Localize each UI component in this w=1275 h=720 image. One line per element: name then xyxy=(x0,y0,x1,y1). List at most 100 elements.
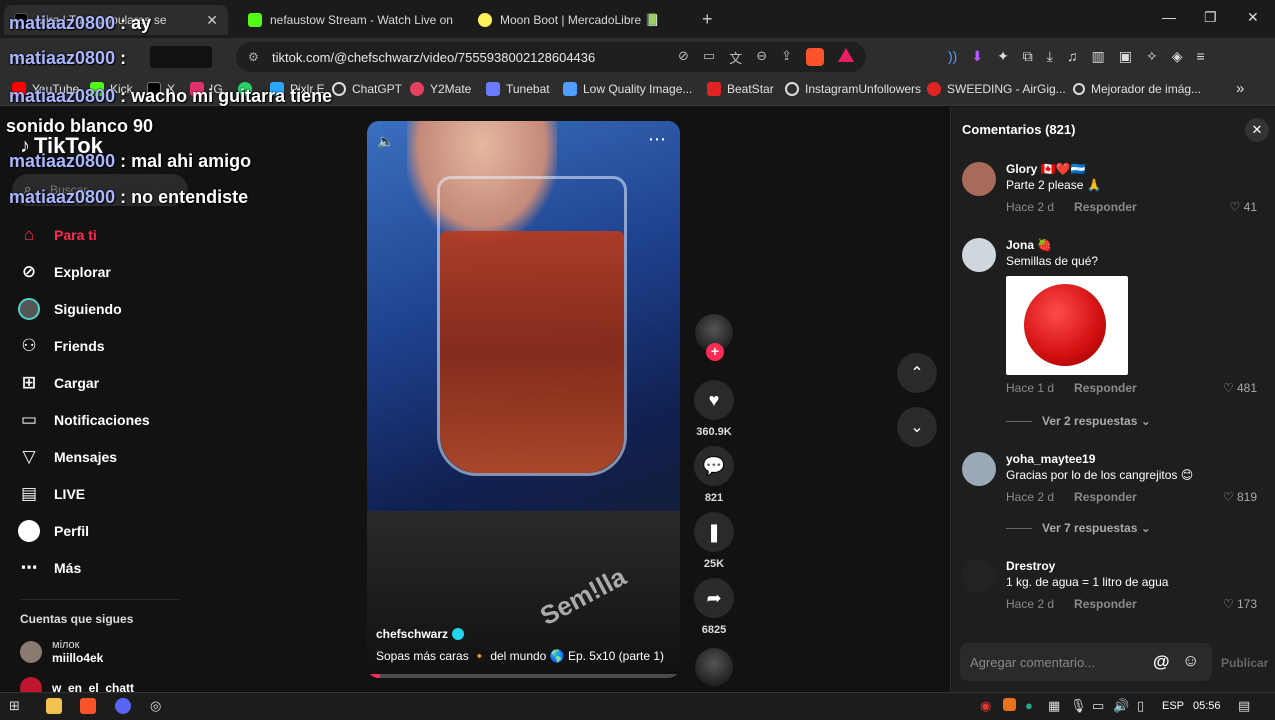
tab-kick[interactable]: nefaustow Stream - Watch Live on Kick xyxy=(238,5,466,35)
cast-icon[interactable]: ▭ xyxy=(703,48,715,67)
sidebar-icon[interactable]: ▥ xyxy=(1092,48,1105,65)
bookmark-chatgpt[interactable]: ChatGPT xyxy=(332,82,402,96)
reply-button[interactable]: Responder xyxy=(1074,597,1137,611)
comment-like-button[interactable]: ♡ 819 xyxy=(1223,490,1257,504)
comment-user[interactable]: Jona 🍓 xyxy=(1006,238,1052,252)
tray-app2-icon[interactable] xyxy=(1003,698,1016,714)
nav-explorar[interactable]: ⊘ Explorar xyxy=(18,261,111,283)
bookmark-sweeding[interactable]: SWEEDING - AirGig... xyxy=(927,82,1066,96)
menu-icon[interactable]: ≡ xyxy=(1196,48,1204,65)
avatar[interactable] xyxy=(962,238,996,272)
wallet-icon[interactable]: ▣ xyxy=(1119,48,1132,65)
bookmark-tunebat[interactable]: Tunebat xyxy=(486,82,550,96)
avatar[interactable] xyxy=(962,162,996,196)
bookmark-low-quality-image[interactable]: Low Quality Image... xyxy=(563,82,692,96)
taskbar-clock[interactable]: 05:56 xyxy=(1193,700,1221,712)
following-account[interactable]: мілок miillo4ek xyxy=(20,639,103,665)
translate-icon[interactable]: 文 xyxy=(729,48,742,67)
bookmarks-overflow-button[interactable]: » xyxy=(1236,80,1244,97)
bookmark-y2mate[interactable]: Y2Mate xyxy=(410,82,471,96)
leo-ai-icon[interactable]: ✧ xyxy=(1146,48,1158,65)
tray-app-icon[interactable]: ◉ xyxy=(980,698,991,714)
notifications-icon[interactable]: ▤ xyxy=(1238,698,1250,714)
extensions-icon[interactable]: ✦ xyxy=(997,48,1009,65)
network-icon[interactable]: ▭ xyxy=(1092,698,1104,714)
tray-app4-icon[interactable]: ▦ xyxy=(1048,698,1060,714)
nav-para-ti[interactable]: ⌂ Para ti xyxy=(18,224,97,246)
emoji-icon[interactable]: ☺ xyxy=(1182,651,1199,671)
no-tracking-icon[interactable]: ⊘ xyxy=(678,48,689,67)
microphone-icon[interactable]: 🎙 xyxy=(1070,698,1087,714)
music-icon[interactable]: ♫ xyxy=(1067,48,1078,65)
video-player[interactable]: Sem!lla 🔈 ⋯ chefschwarz Sopas más caras … xyxy=(367,121,680,678)
like-button[interactable]: ♥ 360.9K xyxy=(692,380,736,438)
comment-like-button[interactable]: ♡ 41 xyxy=(1230,200,1257,214)
creator-avatar-button[interactable]: + xyxy=(692,314,736,361)
tab-close-icon[interactable]: ✕ xyxy=(206,12,218,29)
share-button[interactable]: ➦ 6825 xyxy=(692,578,736,636)
next-video-button[interactable]: ⌄ xyxy=(897,407,937,447)
brave-shields-icon[interactable] xyxy=(806,48,824,66)
avatar[interactable] xyxy=(962,452,996,486)
nav-perfil[interactable]: Perfil xyxy=(18,520,89,542)
app-taskbar-icon[interactable]: ◎ xyxy=(150,698,161,714)
nav-mas[interactable]: ⋯ Más xyxy=(18,557,82,579)
avatar[interactable] xyxy=(962,559,996,593)
brave-rewards-icon[interactable] xyxy=(838,48,854,62)
comment-button[interactable]: 💬 821 xyxy=(692,446,736,504)
publish-button[interactable]: Publicar xyxy=(1221,656,1268,670)
nav-live[interactable]: ▤ LIVE xyxy=(18,483,85,505)
battery-icon[interactable]: ▯ xyxy=(1137,698,1144,714)
comment-input[interactable] xyxy=(960,643,1140,681)
downloads-icon[interactable]: ⤓ xyxy=(1047,48,1053,65)
comment-user[interactable]: Drestroy xyxy=(1006,559,1055,573)
reply-button[interactable]: Responder xyxy=(1074,381,1137,395)
site-info-icon[interactable]: ⚙ xyxy=(248,50,259,64)
save-button[interactable]: ❚ 25K xyxy=(692,512,736,570)
video-more-icon[interactable]: ⋯ xyxy=(648,129,666,150)
tab-mercadolibre[interactable]: Moon Boot | MercadoLibre 📗 xyxy=(468,5,692,35)
nav-mensajes[interactable]: ▽ Mensajes xyxy=(18,446,117,468)
video-author[interactable]: chefschwarz xyxy=(376,627,465,641)
comment-like-button[interactable]: ♡ 481 xyxy=(1223,381,1257,395)
discord-taskbar-icon[interactable] xyxy=(115,698,131,717)
close-comments-button[interactable]: ✕ xyxy=(1245,118,1269,142)
extension-download-icon[interactable]: ⬇ xyxy=(971,48,983,65)
comment-user[interactable]: Glory 🇨🇦❤️🇭🇳 xyxy=(1006,162,1086,176)
volume-tray-icon[interactable]: 🔊 xyxy=(1113,698,1129,714)
language-indicator[interactable]: ESP xyxy=(1162,700,1184,712)
vpn-icon[interactable]: ◈ xyxy=(1172,48,1183,65)
comment-sticker-image[interactable] xyxy=(1006,276,1128,375)
windows-start-icon[interactable]: ⊞ xyxy=(9,698,20,714)
close-window-button[interactable]: ✕ xyxy=(1247,9,1259,26)
view-replies-button[interactable]: Ver 2 respuestas ⌄ xyxy=(1006,414,1151,428)
bookmark-beatstar[interactable]: BeatStar xyxy=(707,82,774,96)
previous-video-button[interactable]: ⌃ xyxy=(897,353,937,393)
nav-notificaciones[interactable]: ▭ Notificaciones xyxy=(18,409,150,431)
new-tab-button[interactable]: + xyxy=(702,9,713,30)
audio-icon[interactable]: )) xyxy=(948,48,957,65)
screenshot-icon[interactable]: ⧉ xyxy=(1023,48,1033,65)
comment-like-button[interactable]: ♡ 173 xyxy=(1223,597,1257,611)
nav-cargar[interactable]: ⊞ Cargar xyxy=(18,372,99,394)
minimize-button[interactable]: — xyxy=(1162,9,1176,25)
bookmark-mejorador[interactable]: Mejorador de imág... xyxy=(1073,82,1201,96)
nav-friends[interactable]: ⚇ Friends xyxy=(18,335,104,357)
view-replies-button[interactable]: Ver 7 respuestas ⌄ xyxy=(1006,521,1151,535)
reply-button[interactable]: Responder xyxy=(1074,200,1137,214)
mention-icon[interactable]: @ xyxy=(1153,652,1170,672)
zoom-icon[interactable]: ⊖ xyxy=(756,48,767,67)
share-icon[interactable]: ⇪ xyxy=(781,48,792,67)
maximize-button[interactable]: ❐ xyxy=(1204,9,1217,26)
reply-button[interactable]: Responder xyxy=(1074,490,1137,504)
brave-taskbar-icon[interactable] xyxy=(80,698,96,717)
volume-icon[interactable]: 🔈 xyxy=(377,133,394,150)
follow-plus-icon[interactable]: + xyxy=(706,343,724,361)
file-explorer-icon[interactable] xyxy=(46,698,62,717)
sound-disc-button[interactable] xyxy=(692,648,736,686)
tray-app3-icon[interactable]: ● xyxy=(1025,698,1033,713)
bookmark-instagram-unfollowers[interactable]: InstagramUnfollowers xyxy=(785,82,921,96)
comment-user[interactable]: yoha_maytee19 xyxy=(1006,452,1095,466)
url-bar[interactable]: ⚙ tiktok.com/@chefschwarz/video/75559380… xyxy=(236,42,866,72)
nav-siguiendo[interactable]: Siguiendo xyxy=(18,298,122,320)
